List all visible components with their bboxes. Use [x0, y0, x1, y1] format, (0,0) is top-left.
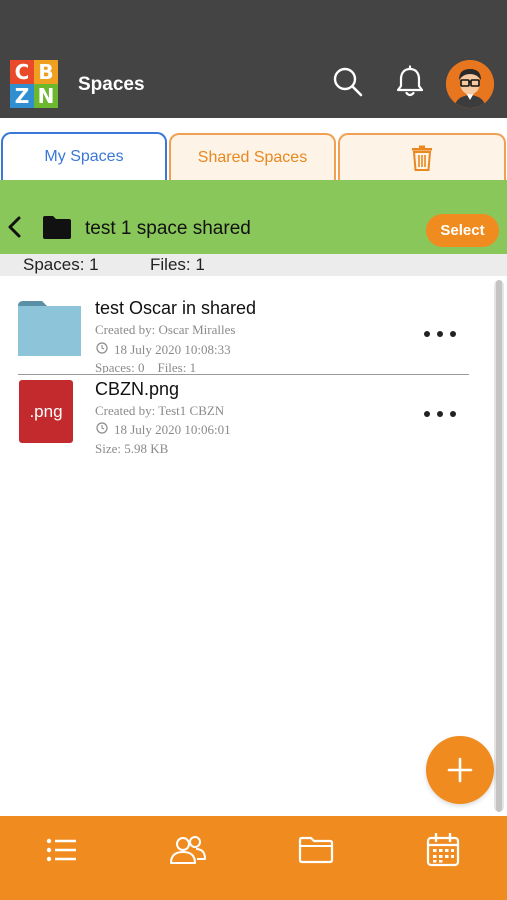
- tab-shared-spaces[interactable]: Shared Spaces: [169, 133, 336, 180]
- divider: [18, 374, 469, 375]
- spaces-count: Spaces: 1: [23, 255, 99, 274]
- search-icon: [333, 67, 363, 97]
- list-icon: [46, 838, 76, 862]
- item-created-by: Created by: Test1 CBZN: [95, 403, 225, 418]
- logo-letter: Z: [10, 84, 34, 108]
- calendar-icon: [426, 833, 460, 867]
- clock-icon: [96, 422, 108, 434]
- app-logo: C B Z N: [10, 60, 58, 108]
- chevron-left-icon: [8, 216, 21, 238]
- tab-label: Shared Spaces: [197, 148, 308, 166]
- clock-icon: [96, 342, 108, 354]
- logo-letter: B: [34, 60, 58, 84]
- item-title: CBZN.png: [95, 379, 180, 399]
- item-date: 18 July 2020 10:08:33: [114, 342, 231, 357]
- bottom-nav: [0, 816, 507, 900]
- item-extra: Size: 5.98 KB: [95, 441, 169, 456]
- page-title: Spaces: [78, 74, 145, 95]
- breadcrumb-title: test 1 space shared: [85, 218, 251, 239]
- users-icon: [170, 836, 206, 864]
- folder-icon: [42, 214, 72, 240]
- item-date: 18 July 2020 10:06:01: [114, 422, 231, 437]
- user-avatar[interactable]: [446, 60, 494, 108]
- notifications-button[interactable]: [392, 64, 428, 100]
- item-title: test Oscar in shared: [95, 298, 257, 318]
- search-button[interactable]: [330, 64, 366, 100]
- logo-letter: N: [34, 84, 58, 108]
- more-icon: [450, 331, 456, 337]
- logo-letter: C: [10, 60, 34, 84]
- add-button[interactable]: [426, 736, 494, 804]
- more-icon: [424, 331, 430, 337]
- select-button[interactable]: Select: [426, 214, 499, 247]
- scrollbar[interactable]: [494, 280, 504, 812]
- more-icon: [450, 411, 456, 417]
- plus-icon: [447, 757, 473, 783]
- scrollbar-thumb[interactable]: [496, 280, 502, 812]
- folder-icon: [18, 300, 81, 356]
- item-created-by: Created by: Oscar Miralles: [95, 322, 236, 337]
- tab-trash[interactable]: [338, 133, 506, 180]
- tab-my-spaces[interactable]: My Spaces: [1, 132, 167, 180]
- more-icon: [424, 411, 430, 417]
- item-extra: Spaces: 0 Files: 1: [95, 360, 197, 373]
- counts-bar: Spaces: 1 Files: 1: [0, 254, 507, 276]
- png-file-icon: .png: [19, 380, 73, 443]
- file-type-label: .png: [29, 401, 63, 421]
- space-tabs: My Spaces Shared Spaces: [0, 118, 507, 180]
- nav-calendar-button[interactable]: [421, 830, 465, 870]
- more-options-button[interactable]: [424, 324, 456, 344]
- nav-users-button[interactable]: [166, 830, 210, 870]
- more-icon: [437, 411, 443, 417]
- tab-label: My Spaces: [44, 148, 124, 165]
- trash-icon: [412, 145, 432, 171]
- nav-folder-button[interactable]: [294, 830, 338, 870]
- bell-icon: [396, 65, 424, 97]
- folder-icon: [298, 836, 334, 864]
- back-button[interactable]: [6, 215, 26, 239]
- nav-list-button[interactable]: [40, 830, 84, 870]
- files-count: Files: 1: [150, 255, 205, 274]
- more-icon: [437, 331, 443, 337]
- more-options-button[interactable]: [424, 404, 456, 424]
- app-header: C B Z N Spaces: [0, 0, 507, 118]
- avatar-icon: [446, 60, 494, 108]
